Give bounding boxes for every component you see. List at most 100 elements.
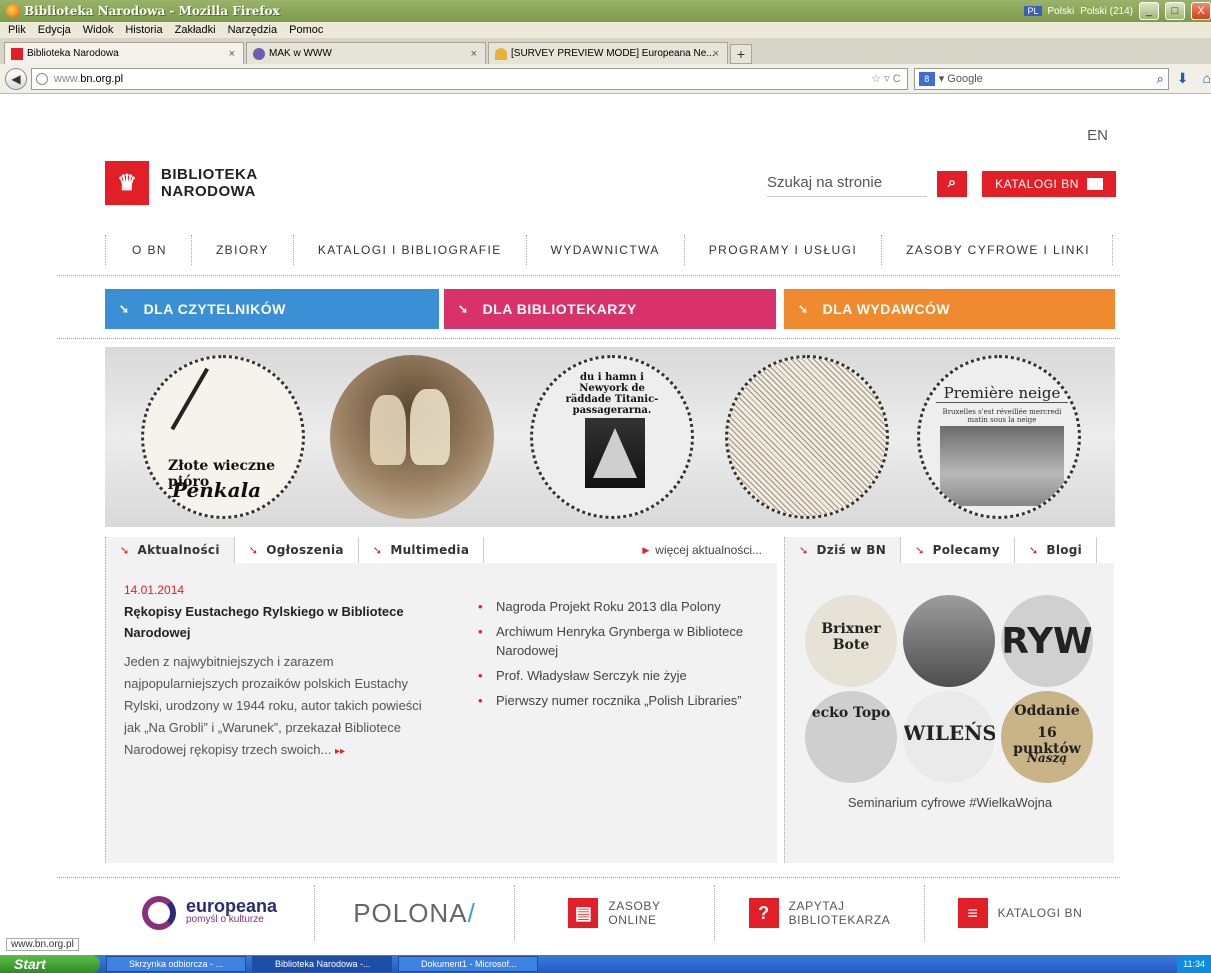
zapytaj-bibliotekarza-link[interactable]: ? ZAPYTAJ BIBLIOTEKARZA — [715, 885, 925, 941]
tab-dzis-w-bn[interactable]: ➘ Dziś w BN — [785, 537, 902, 563]
tab-mak[interactable]: MAK w WWW × — [246, 42, 486, 64]
list-item[interactable]: Prof. Władysław Serczyk nie żyje — [478, 666, 768, 685]
divider — [57, 877, 1120, 878]
audience-czytelnicy-button[interactable]: ➘ DLA CZYTELNIKÓW — [105, 289, 439, 329]
side-tabs: ➘ Dziś w BN ➘ Polecamy ➘ Blogi — [785, 537, 1115, 563]
pen-illustration — [170, 367, 258, 459]
tab-blogi[interactable]: ➘ Blogi — [1015, 537, 1098, 563]
nav-item-katalogi[interactable]: KATALOGI I BIBLIOGRAFIE — [292, 235, 526, 265]
keyboard-layout[interactable]: Polski (214) — [1080, 6, 1133, 17]
back-button[interactable]: ◀ — [5, 67, 27, 90]
start-button[interactable]: Start — [0, 955, 100, 973]
menu-narzedzia[interactable]: Narzędzia — [228, 24, 278, 36]
tab-label: [SURVEY PREVIEW MODE] Europeana Ne... — [511, 48, 715, 59]
home-icon[interactable]: ⌂ — [1203, 70, 1211, 87]
zapytaj-line2: BIBLIOTEKARZA — [788, 913, 891, 927]
menu-zakladki[interactable]: Zakładki — [175, 24, 216, 36]
nav-item-programy[interactable]: PROGRAMY I USŁUGI — [683, 235, 881, 265]
list-item[interactable]: Pierwszy numer rocznika „Polish Librarie… — [478, 691, 768, 710]
zasoby-online-link[interactable]: ▤ ZASOBY ONLINE — [515, 885, 715, 941]
side-caption-link[interactable]: Seminarium cyfrowe #WielkaWojna — [785, 795, 1115, 810]
menu-edycja[interactable]: Edycja — [38, 24, 71, 36]
more-news-link[interactable]: ▶ więcej aktualności... — [642, 537, 762, 563]
katalogi-bn-footer-link[interactable]: ≡ KATALOGI BN — [925, 885, 1115, 941]
menu-pomoc[interactable]: Pomoc — [289, 24, 323, 36]
maximize-button[interactable]: □ — [1165, 2, 1185, 20]
europeana-link[interactable]: europeana pomyśl o kulturze — [105, 885, 315, 941]
tab-multimedia[interactable]: ➘ Multimedia — [359, 537, 485, 563]
tab-survey[interactable]: [SURVEY PREVIEW MODE] Europeana Ne... × — [488, 42, 728, 64]
thumb-oddanie[interactable]: Oddanie 16 punktów Naszą — [1001, 691, 1093, 783]
woodcut-illustration — [728, 358, 886, 516]
arrow-icon: ➘ — [119, 302, 130, 316]
news-title-link[interactable]: Rękopisy Eustachego Rylskiego w Bibliote… — [124, 601, 414, 643]
bookmark-reload-icons[interactable]: ☆ ▿ C — [871, 72, 900, 85]
google-engine-icon[interactable]: 8 — [918, 71, 935, 86]
nav-item-zasoby[interactable]: ZASOBY CYFROWE I LINKI — [881, 235, 1114, 265]
bn-logo[interactable]: ♛ BIBLIOTEKA NARODOWA — [105, 161, 258, 205]
banner-circle-woodcut[interactable] — [725, 355, 889, 519]
thumb-wilensi[interactable]: WILEŃSI — [903, 691, 995, 783]
close-window-button[interactable]: X — [1191, 2, 1211, 20]
tab-aktualnosci[interactable]: ➘ Aktualności — [106, 537, 235, 563]
thumb-topo[interactable]: ecko Topo — [805, 691, 897, 783]
site-search-input[interactable]: Szukaj na stronie — [767, 169, 927, 197]
audience-bibliotekarze-button[interactable]: ➘ DLA BIBLIOTEKARZY — [444, 289, 776, 329]
tab-label: Multimedia — [390, 543, 470, 557]
nav-item-zbiory[interactable]: ZBIORY — [190, 235, 293, 265]
banner-circle-penkala[interactable]: Złote wieczne pióro Penkala — [141, 355, 305, 519]
tab-ogloszenia[interactable]: ➘ Ogłoszenia — [235, 537, 359, 563]
system-tray-clock[interactable]: 11:34 — [1177, 955, 1211, 973]
tab-label: MAK w WWW — [269, 48, 332, 59]
zasoby-line1: ZASOBY — [608, 899, 661, 913]
tab-bar: Biblioteka Narodowa × MAK w WWW × [SURVE… — [0, 38, 1211, 64]
nav-item-wydawnictwa[interactable]: WYDAWNICTWA — [525, 235, 684, 265]
list-item[interactable]: Archiwum Henryka Grynberga w Bibliotece … — [478, 622, 768, 660]
browser-search-placeholder: ▾ Google — [938, 73, 983, 85]
menu-historia[interactable]: Historia — [125, 24, 162, 36]
nav-tail-icons: ⬇ ⌂ — [1177, 70, 1211, 87]
close-tab-icon[interactable]: × — [713, 48, 719, 60]
thumb-ryw[interactable]: RYW — [1001, 595, 1093, 687]
banner-circle-titanic[interactable]: du i hamn i Newyork de räddade Titanic-p… — [530, 355, 694, 519]
menu-bar: Plik Edycja Widok Historia Zakładki Narz… — [0, 22, 1211, 38]
close-tab-icon[interactable]: × — [471, 48, 477, 60]
zasoby-line2: ONLINE — [608, 913, 657, 927]
banner-circle-premiere-neige[interactable]: Première neige Bruxelles s'est réveillée… — [917, 355, 1081, 519]
task-firefox[interactable]: Biblioteka Narodowa -... — [252, 956, 392, 972]
site-search-button[interactable]: ⌕ — [937, 171, 967, 197]
banner-circle-painting[interactable] — [330, 355, 494, 519]
language-label[interactable]: Polski — [1048, 6, 1075, 17]
minimize-button[interactable]: _ — [1139, 2, 1159, 20]
katalogi-bn-button[interactable]: KATALOGI BN — [982, 171, 1116, 197]
thumb-children-photo[interactable] — [903, 595, 995, 687]
globe-icon — [35, 72, 48, 85]
audience-wydawcy-button[interactable]: ➘ DLA WYDAWCÓW — [784, 289, 1115, 329]
status-url: www.bn.org.pl — [6, 937, 79, 951]
banner-caption: du i hamn i Newyork de räddade Titanic-p… — [565, 372, 659, 416]
url-prefix: www. — [53, 72, 81, 85]
read-more-link[interactable]: ▸▸ — [335, 746, 345, 757]
language-badge[interactable]: PL — [1024, 6, 1042, 16]
browser-search-bar[interactable]: 8 ▾ Google ⌕ — [913, 67, 1169, 90]
list-item[interactable]: Nagroda Projekt Roku 2013 dla Polony — [478, 597, 768, 616]
news-tabs: ➘ Aktualności ➘ Ogłoszenia ➘ Multimedia … — [106, 537, 778, 563]
search-icon: ⌕ — [947, 174, 957, 191]
download-icon[interactable]: ⬇ — [1177, 70, 1189, 87]
menu-plik[interactable]: Plik — [8, 24, 26, 36]
polona-link[interactable]: POLONA/ — [315, 885, 515, 941]
snow-photo — [940, 426, 1064, 506]
thumb-brixner[interactable]: Brixner Bote — [805, 595, 897, 687]
menu-widok[interactable]: Widok — [83, 24, 114, 36]
search-icon[interactable]: ⌕ — [1157, 71, 1164, 87]
tab-biblioteka-narodowa[interactable]: Biblioteka Narodowa × — [4, 42, 244, 64]
task-word[interactable]: Dokument1 - Microsof... — [398, 956, 538, 972]
nav-item-o-bn[interactable]: O BN — [105, 235, 191, 265]
tab-polecamy[interactable]: ➘ Polecamy — [901, 537, 1015, 563]
language-switch-en[interactable]: EN — [1087, 127, 1108, 144]
new-tab-button[interactable]: + — [730, 44, 752, 64]
katalogi-label: KATALOGI BN — [995, 177, 1079, 191]
close-tab-icon[interactable]: × — [229, 48, 235, 60]
url-bar[interactable]: www. bn.org.pl ☆ ▿ C — [30, 67, 908, 90]
task-outlook[interactable]: Skrzynka odbiorcza - ... — [106, 956, 246, 972]
